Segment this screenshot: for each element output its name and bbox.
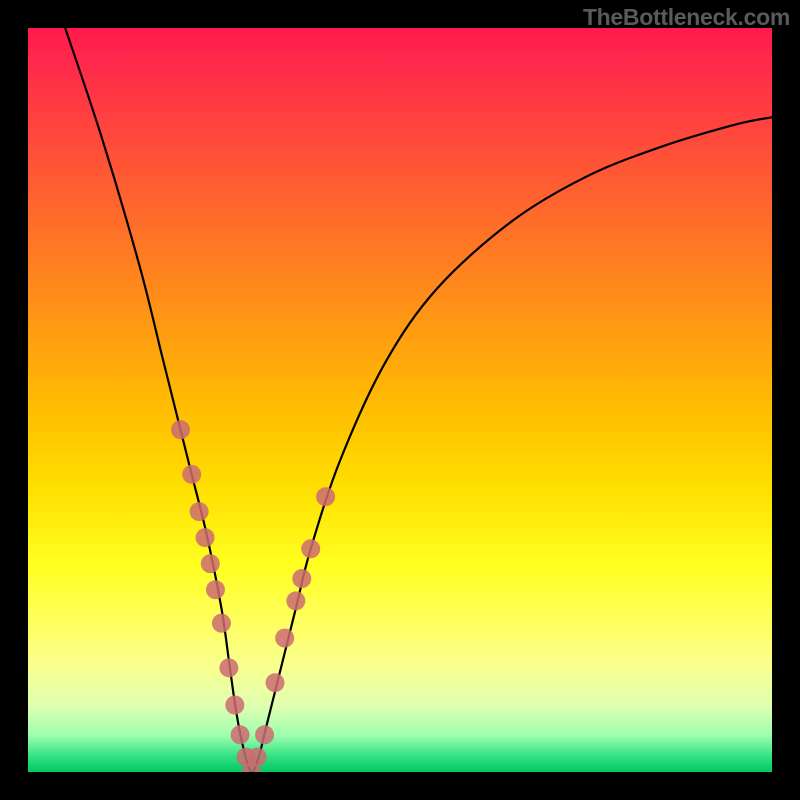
data-marker xyxy=(212,614,231,633)
data-marker xyxy=(266,673,285,692)
bottleneck-curve xyxy=(65,28,772,772)
data-marker xyxy=(171,420,190,439)
data-marker xyxy=(316,487,335,506)
data-marker xyxy=(231,725,250,744)
chart-container: TheBottleneck.com xyxy=(0,0,800,800)
data-marker xyxy=(255,725,274,744)
data-marker xyxy=(201,554,220,573)
data-marker xyxy=(225,696,244,715)
data-marker xyxy=(206,580,225,599)
data-marker xyxy=(286,591,305,610)
plot-area xyxy=(28,28,772,772)
data-marker xyxy=(292,569,311,588)
data-marker xyxy=(301,539,320,558)
curve-svg xyxy=(28,28,772,772)
watermark-text: TheBottleneck.com xyxy=(583,4,790,31)
data-marker xyxy=(275,629,294,648)
marker-group xyxy=(171,420,335,772)
data-marker xyxy=(182,465,201,484)
data-marker xyxy=(219,658,238,677)
data-marker xyxy=(190,502,209,521)
data-marker xyxy=(196,528,215,547)
data-marker xyxy=(248,748,267,767)
